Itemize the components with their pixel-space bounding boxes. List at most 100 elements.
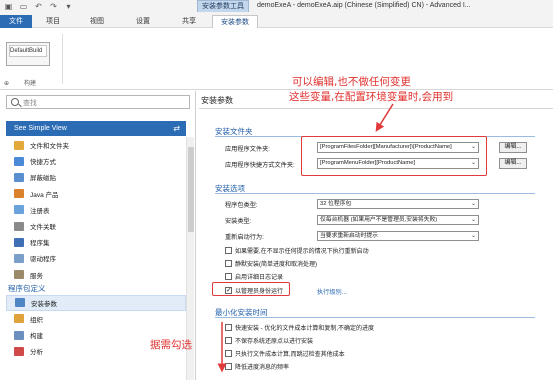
chevron-down-icon: ⌄	[470, 233, 476, 239]
tab-install-params[interactable]: 安装参数	[212, 15, 258, 28]
chevron-down-icon: ⌄	[470, 201, 476, 207]
sidebar-item[interactable]: 屏蔽磁贴	[6, 169, 186, 185]
install-type-label: 安装类型:	[225, 218, 252, 225]
pkg-type-value: 32 位程序包	[320, 201, 352, 207]
checkbox[interactable]	[225, 363, 232, 370]
sidebar-item-label: 安装参数	[31, 300, 57, 308]
option-label: 不保存系统还原点以进行安装	[235, 339, 314, 345]
sidebar-item[interactable]: 组织	[6, 311, 186, 327]
build-icon	[14, 330, 24, 340]
option-label: 如果需要,在不显示任何提示的情况下执行重新启动	[235, 249, 369, 255]
tab-settings[interactable]: 设置	[120, 15, 166, 28]
registry-icon	[14, 205, 24, 215]
sidebar-item[interactable]: 文件关联	[6, 218, 186, 234]
shortcut-icon	[14, 156, 24, 166]
reboot-label: 重新启动行为:	[225, 234, 264, 241]
sidebar-item[interactable]: 快捷方式	[6, 153, 186, 169]
sidebar-item-label: 程序集	[30, 240, 50, 248]
tab-share[interactable]: 共享	[166, 15, 212, 28]
save-icon[interactable]: ▣	[4, 2, 13, 11]
simple-view-label: See Simple View	[14, 125, 67, 132]
checkbox[interactable]	[225, 247, 232, 254]
option-verbose-log[interactable]: 启用详细日志记录	[225, 272, 283, 281]
option-file-costing-only[interactable]: 只执行文件成本计算,而跳过检查其他成本	[225, 349, 345, 358]
option-no-restore-point[interactable]: 不保存系统还原点以进行安装	[225, 336, 313, 345]
build-small-icon[interactable]: ⊕	[4, 80, 9, 87]
build-selector[interactable]: DefaultBuild	[6, 42, 50, 66]
section-divider	[215, 193, 535, 194]
pkg-type-label: 程序包类型:	[225, 202, 258, 209]
checkbox[interactable]	[225, 260, 232, 267]
ribbon-tabs: 文件 项目 视图 设置 共享 安装参数	[0, 15, 258, 28]
undo-icon[interactable]: ↶	[34, 2, 43, 11]
folder-icon	[14, 140, 24, 150]
scroll-thumb[interactable]	[188, 147, 194, 232]
search-input[interactable]: 查找	[6, 95, 190, 109]
sidebar-item[interactable]: 驱动程序	[6, 250, 186, 266]
window-title: demoExeA - demoExeA.aip (Chinese (Simpli…	[257, 2, 471, 9]
option-label: 只执行文件成本计算,而跳过检查其他成本	[235, 352, 345, 358]
folder-icon[interactable]: ▭	[19, 2, 28, 11]
nav-group-header: 程序包定义	[8, 283, 46, 293]
reboot-select[interactable]: 当要求重新启动时提示 ⌄	[317, 231, 479, 241]
edit-shortcut-folder-button[interactable]: 编辑...	[499, 158, 527, 169]
install-params-icon	[15, 298, 25, 308]
install-type-value: 仅每台机器 (如果用户不是管理员,安装将失败)	[320, 217, 438, 223]
checkbox[interactable]	[225, 273, 232, 280]
option-label: 降低进度消息的频率	[235, 365, 290, 371]
annotation-box-run-as-admin	[212, 282, 290, 296]
checkbox[interactable]	[225, 324, 232, 331]
dropdown-icon[interactable]: ▾	[64, 2, 73, 11]
sidebar-item[interactable]: 程序集	[6, 234, 186, 250]
sidebar-item-label: 屏蔽磁贴	[30, 175, 56, 183]
option-reduce-progress[interactable]: 降低进度消息的频率	[225, 362, 289, 371]
option-fast-install[interactable]: 快速安装 - 优化的文件成本计算和复制,不确定的进度	[225, 323, 374, 332]
sidebar-item[interactable]: 服务	[6, 267, 186, 283]
swap-icon: ⇄	[173, 124, 180, 133]
section-divider	[215, 317, 535, 318]
sidebar-item-label: 分析	[30, 349, 43, 357]
title-divider	[199, 108, 553, 109]
chevron-down-icon: ⌄	[470, 217, 476, 223]
quick-access-toolbar: ▣ ▭ ↶ ↷ ▾	[4, 2, 73, 11]
service-icon	[14, 270, 24, 280]
tab-view[interactable]: 视图	[74, 15, 120, 28]
ribbon-separator	[62, 34, 63, 84]
checkbox[interactable]	[225, 337, 232, 344]
tab-project[interactable]: 项目	[32, 15, 74, 28]
driver-icon	[14, 253, 24, 263]
checkbox[interactable]	[225, 350, 232, 357]
java-icon	[14, 189, 24, 199]
sidebar-item[interactable]: 文件和文件夹	[6, 137, 186, 153]
organization-icon	[14, 314, 24, 324]
install-type-select[interactable]: 仅每台机器 (如果用户不是管理员,安装将失败) ⌄	[317, 215, 479, 225]
analysis-icon	[14, 346, 24, 356]
sidebar-item-label: 文件和文件夹	[30, 143, 69, 151]
edit-app-folder-button[interactable]: 编辑...	[499, 142, 527, 153]
annotation-note-1-line-2: 这些变量,在配置环境变量时,会用到	[289, 91, 454, 103]
annotation-box-folders	[301, 136, 487, 176]
build-value: DefaultBuild	[9, 45, 47, 57]
sidebar-item[interactable]: 注册表	[6, 202, 186, 218]
sidebar-item[interactable]: 安装参数	[6, 294, 186, 311]
annotation-note-1-line-1: 可以编辑,也不做任何变更	[292, 76, 411, 88]
option-reboot-silent[interactable]: 如果需要,在不显示任何提示的情况下执行重新启动	[225, 246, 369, 255]
content-panel: 安装参数 安装文件夹 应用程序文件夹: [ProgramFilesFolder]…	[199, 91, 553, 380]
sidebar-item-label: 驱动程序	[30, 256, 56, 264]
tab-file[interactable]: 文件	[0, 15, 32, 28]
search-placeholder: 查找	[23, 100, 37, 107]
pkg-type-select[interactable]: 32 位程序包 ⌄	[317, 199, 479, 209]
sidebar-item-label: 文件关联	[30, 224, 56, 232]
sidebar-item-label: 组织	[30, 316, 43, 324]
option-silent-install[interactable]: 静默安装(简单进度和取消处理)	[225, 259, 317, 268]
redo-icon[interactable]: ↷	[49, 2, 58, 11]
title-bar: ▣ ▭ ↶ ↷ ▾ 安装参数工具 demoExeA - demoExeA.aip…	[0, 0, 553, 28]
sidebar-item[interactable]: Java 产品	[6, 186, 186, 202]
page-title: 安装参数	[201, 96, 233, 105]
option-label: 快速安装 - 优化的文件成本计算和复制,不确定的进度	[235, 326, 375, 332]
simple-view-button[interactable]: See Simple View ⇄	[6, 121, 186, 136]
execution-level-link[interactable]: 执行级别...	[317, 287, 347, 296]
reboot-value: 当要求重新启动时提示	[320, 233, 378, 239]
sidebar-item-label: 快捷方式	[30, 159, 56, 167]
search-icon	[11, 98, 19, 106]
